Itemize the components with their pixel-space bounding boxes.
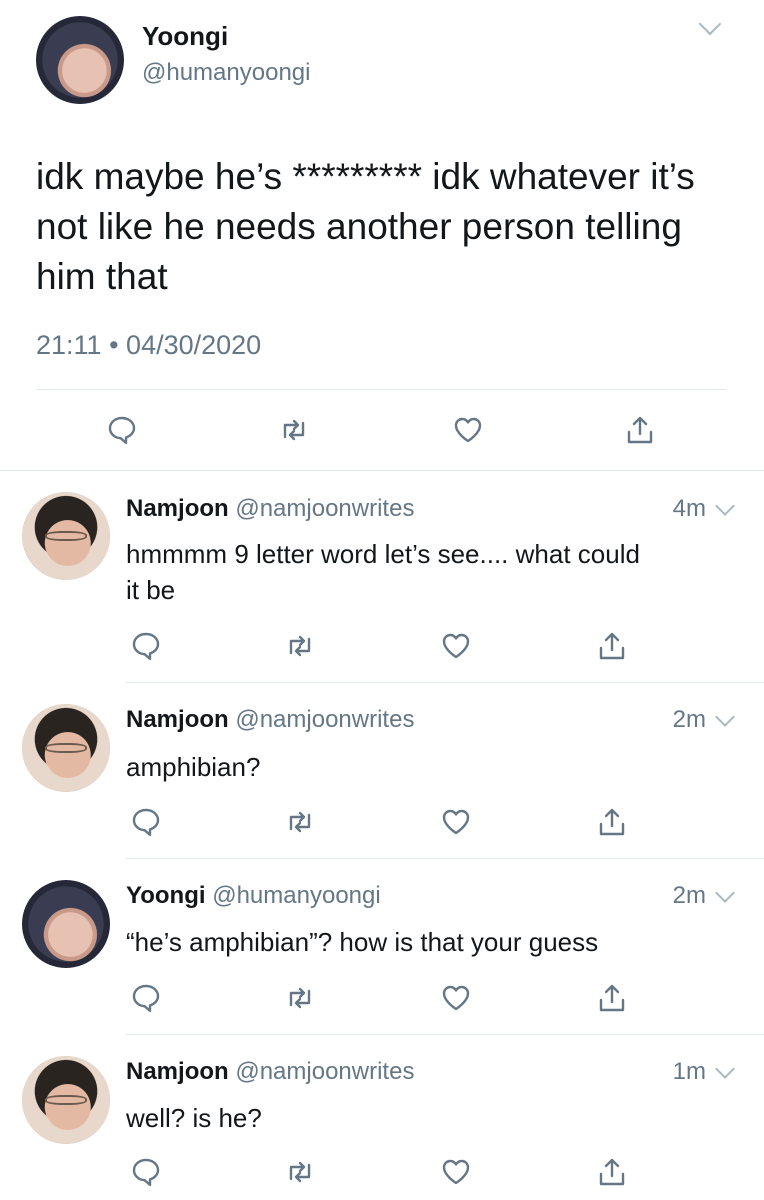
chevron-down-icon[interactable] bbox=[715, 496, 735, 516]
divider bbox=[36, 389, 726, 390]
author-handle[interactable]: @humanyoongi bbox=[142, 58, 310, 88]
reply-text-line: hmmmm 9 letter word let’s see.... what c… bbox=[126, 539, 640, 569]
reply-text: hmmmm 9 letter word let’s see.... what c… bbox=[126, 536, 640, 608]
reply-text-line: well? is he? bbox=[126, 1103, 262, 1133]
share-icon bbox=[627, 416, 653, 444]
reply-text-line: “he’s amphibian”? how is that your guess bbox=[126, 927, 599, 957]
tweet-text-line: idk maybe he’s ********* idk whatever it… bbox=[36, 156, 695, 197]
reply-text: “he’s amphibian”? how is that your guess bbox=[126, 924, 598, 960]
chevron-down-icon[interactable] bbox=[715, 1059, 735, 1079]
retweet-icon bbox=[289, 987, 311, 1009]
like-button[interactable] bbox=[440, 982, 472, 1014]
tweet-text: idk maybe he’s ********* idk whatever it… bbox=[36, 152, 695, 302]
retweet-icon bbox=[289, 635, 311, 657]
reply-text-line: amphibian? bbox=[126, 752, 261, 782]
like-button[interactable] bbox=[440, 806, 472, 838]
reply-text: well? is he? bbox=[126, 1100, 262, 1136]
reply-icon bbox=[132, 1158, 160, 1186]
reply-time: 2m bbox=[672, 706, 706, 733]
author-handle[interactable]: @humanyoongi bbox=[212, 882, 380, 909]
heart-icon bbox=[454, 417, 482, 443]
timestamp-separator: • bbox=[109, 330, 119, 360]
divider bbox=[126, 1034, 764, 1035]
share-icon bbox=[599, 808, 625, 836]
share-icon bbox=[599, 632, 625, 660]
avatar[interactable] bbox=[36, 16, 124, 104]
reply-time: 2m bbox=[672, 882, 706, 909]
like-button[interactable] bbox=[440, 630, 472, 662]
retweet-button[interactable] bbox=[284, 1156, 316, 1188]
tweet-text-line: him that bbox=[36, 256, 168, 297]
reply-header: Namjoon @namjoonwrites bbox=[126, 494, 414, 524]
chevron-down-icon[interactable] bbox=[715, 883, 735, 903]
avatar[interactable] bbox=[22, 880, 110, 968]
retweet-button[interactable] bbox=[284, 630, 316, 662]
tweet-text-line: not like he needs another person telling bbox=[36, 206, 682, 247]
chevron-down-icon[interactable] bbox=[698, 12, 722, 36]
retweet-icon bbox=[289, 811, 311, 833]
avatar[interactable] bbox=[22, 704, 110, 792]
reply-button[interactable] bbox=[130, 982, 162, 1014]
reply-icon bbox=[108, 416, 136, 444]
reply-button[interactable] bbox=[106, 414, 138, 446]
heart-icon bbox=[442, 809, 470, 835]
share-icon bbox=[599, 984, 625, 1012]
tweet-time: 21:11 bbox=[36, 330, 102, 360]
reply-time: 1m bbox=[672, 1058, 706, 1085]
author-name[interactable]: Yoongi bbox=[142, 20, 228, 52]
chevron-down-icon[interactable] bbox=[715, 707, 735, 727]
reply-button[interactable] bbox=[130, 1156, 162, 1188]
share-button[interactable] bbox=[596, 806, 628, 838]
divider bbox=[0, 470, 764, 471]
reply-header: Namjoon @namjoonwrites bbox=[126, 705, 414, 735]
retweet-icon bbox=[283, 419, 305, 441]
share-button[interactable] bbox=[596, 982, 628, 1014]
reply-button[interactable] bbox=[130, 806, 162, 838]
author-name[interactable]: Namjoon bbox=[126, 495, 229, 522]
divider bbox=[126, 682, 764, 683]
avatar[interactable] bbox=[22, 492, 110, 580]
author-name[interactable]: Namjoon bbox=[126, 1058, 229, 1085]
tweet-timestamp: 21:11 • 04/30/2020 bbox=[36, 328, 261, 362]
reply-button[interactable] bbox=[130, 630, 162, 662]
reply-text-line: it be bbox=[126, 575, 176, 605]
share-button[interactable] bbox=[624, 414, 656, 446]
like-button[interactable] bbox=[440, 1156, 472, 1188]
author-handle[interactable]: @namjoonwrites bbox=[235, 1058, 414, 1085]
avatar[interactable] bbox=[22, 1056, 110, 1144]
share-button[interactable] bbox=[596, 630, 628, 662]
heart-icon bbox=[442, 633, 470, 659]
heart-icon bbox=[442, 1159, 470, 1185]
divider bbox=[126, 858, 764, 859]
reply-time: 4m bbox=[672, 495, 706, 522]
reply-header: Namjoon @namjoonwrites bbox=[126, 1057, 414, 1087]
heart-icon bbox=[442, 985, 470, 1011]
author-handle[interactable]: @namjoonwrites bbox=[235, 495, 414, 522]
reply-icon bbox=[132, 984, 160, 1012]
reply-icon bbox=[132, 632, 160, 660]
author-handle[interactable]: @namjoonwrites bbox=[235, 706, 414, 733]
retweet-button[interactable] bbox=[284, 982, 316, 1014]
tweet-date: 04/30/2020 bbox=[126, 330, 262, 360]
author-name[interactable]: Namjoon bbox=[126, 706, 229, 733]
retweet-button[interactable] bbox=[284, 806, 316, 838]
share-icon bbox=[599, 1158, 625, 1186]
reply-text: amphibian? bbox=[126, 749, 260, 785]
like-button[interactable] bbox=[452, 414, 484, 446]
retweet-icon bbox=[289, 1161, 311, 1183]
author-name[interactable]: Yoongi bbox=[126, 882, 206, 909]
retweet-button[interactable] bbox=[278, 414, 310, 446]
reply-header: Yoongi @humanyoongi bbox=[126, 881, 381, 911]
share-button[interactable] bbox=[596, 1156, 628, 1188]
reply-icon bbox=[132, 808, 160, 836]
